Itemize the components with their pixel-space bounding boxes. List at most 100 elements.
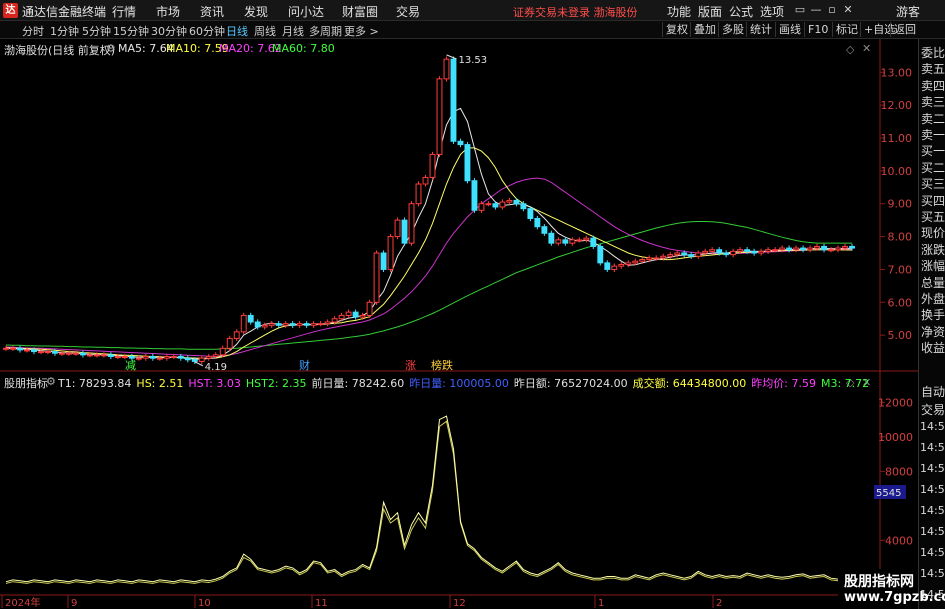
candle-body: [443, 58, 450, 80]
trade-time-7: 14:56: [920, 567, 945, 580]
candle-body: [72, 352, 79, 355]
price-tick-label-0: 13.00: [881, 66, 913, 79]
panel-tab-0[interactable]: 自动: [921, 383, 945, 400]
candle-body: [541, 226, 548, 234]
candle-body: [310, 323, 317, 326]
candle-body: [191, 359, 198, 362]
candle-body: [744, 249, 751, 252]
candle-body: [849, 245, 855, 249]
candle-body: [268, 323, 275, 326]
candle-body: [45, 351, 51, 354]
candle-body: [233, 331, 240, 339]
candle-body: [17, 347, 23, 351]
quote-row-18[interactable]: 收益: [921, 338, 945, 358]
candle-body: [436, 78, 443, 155]
event-marker-0[interactable]: 减: [125, 359, 136, 372]
volume-current-value: 5545: [876, 488, 901, 499]
trade-time-0: 14:56: [920, 420, 945, 433]
candle-body: [527, 208, 534, 219]
candle-body: [471, 180, 478, 211]
candle-body: [506, 199, 513, 203]
candle-body: [625, 262, 632, 266]
trade-time-4: 14:56: [920, 504, 945, 517]
candle-body: [793, 247, 800, 251]
candle-body: [219, 347, 226, 356]
candles: [3, 56, 855, 365]
candle-body: [86, 354, 93, 357]
candle-body: [555, 239, 562, 244]
candle-body: [415, 183, 422, 205]
high-label: 13.53: [458, 55, 487, 66]
candle-body: [758, 250, 765, 254]
candle-body: [149, 356, 156, 359]
event-marker-3[interactable]: 榜跌: [431, 358, 453, 372]
candle-body: [716, 249, 723, 254]
candle-body: [366, 301, 373, 316]
candle-body: [282, 323, 289, 326]
candle-body: [772, 249, 779, 252]
candle-body: [422, 176, 429, 185]
hs-line: [5, 415, 853, 583]
price-tick-label-7: 6.00: [888, 296, 913, 309]
candle-body: [31, 349, 37, 353]
candle-body: [653, 257, 660, 260]
price-tick-label-2: 11.00: [881, 132, 913, 145]
candle-body: [170, 356, 177, 358]
ma-lines: [5, 107, 852, 360]
candle-body: [611, 265, 618, 270]
candle-body: [79, 352, 86, 356]
candle-body: [401, 219, 408, 244]
candle-body: [387, 236, 394, 270]
candle-body: [534, 218, 541, 228]
candle-body: [597, 245, 604, 264]
candle-body: [569, 239, 576, 244]
volume-tick-label-3: 4000: [885, 534, 913, 547]
candle-body: [247, 314, 254, 323]
candle-body: [583, 237, 590, 241]
candle-body: [205, 356, 212, 359]
high-pointer: [446, 54, 457, 60]
event-marker-1[interactable]: 财: [299, 358, 310, 372]
candle-body: [681, 252, 688, 256]
candle-body: [499, 201, 506, 208]
candle-body: [828, 249, 834, 252]
date-label-2: 10: [198, 598, 211, 609]
candle-body: [226, 337, 233, 349]
candle-body: [114, 356, 121, 358]
candle-body: [513, 199, 520, 205]
date-label-4: 12: [453, 598, 466, 609]
price-tick-label-8: 5.00: [888, 329, 913, 342]
trade-time-3: 14:56: [920, 483, 945, 496]
candle-body: [492, 203, 499, 208]
candle-body: [478, 203, 485, 211]
event-marker-2[interactable]: 涨: [405, 359, 416, 372]
candle-body: [198, 357, 205, 362]
candle-body: [660, 255, 667, 259]
candle-body: [821, 245, 827, 251]
candle-body: [590, 237, 597, 247]
candle-body: [240, 314, 247, 333]
candle-body: [457, 140, 464, 146]
price-tick-label-4: 9.00: [888, 198, 913, 211]
candle-body: [303, 323, 310, 326]
volume-tick-label-0: 12000: [878, 396, 913, 409]
candle-body: [331, 318, 338, 323]
panel-tab-1[interactable]: 交易: [921, 401, 945, 418]
candle-body: [807, 247, 813, 251]
watermark-line1: 股朋指标网: [844, 574, 914, 590]
candle-body: [723, 252, 730, 256]
candle-body: [142, 356, 149, 359]
candle-body: [562, 239, 569, 244]
candle-body: [135, 357, 142, 360]
candle-body: [632, 260, 639, 264]
price-volume-chart[interactable]: 13.00 12.00 11.00 10.00 9.00 8.00 7.00 6.00 5.00…: [0, 0, 945, 609]
candle-body: [800, 247, 807, 251]
volume-tick-label-1: 10000: [878, 431, 913, 444]
candle-body: [765, 249, 772, 252]
candle-body: [352, 311, 359, 318]
candle-body: [163, 356, 170, 359]
candle-body: [289, 323, 296, 326]
candle-body: [688, 254, 695, 257]
date-label-1: 9: [71, 598, 77, 609]
candle-body: [338, 314, 345, 320]
